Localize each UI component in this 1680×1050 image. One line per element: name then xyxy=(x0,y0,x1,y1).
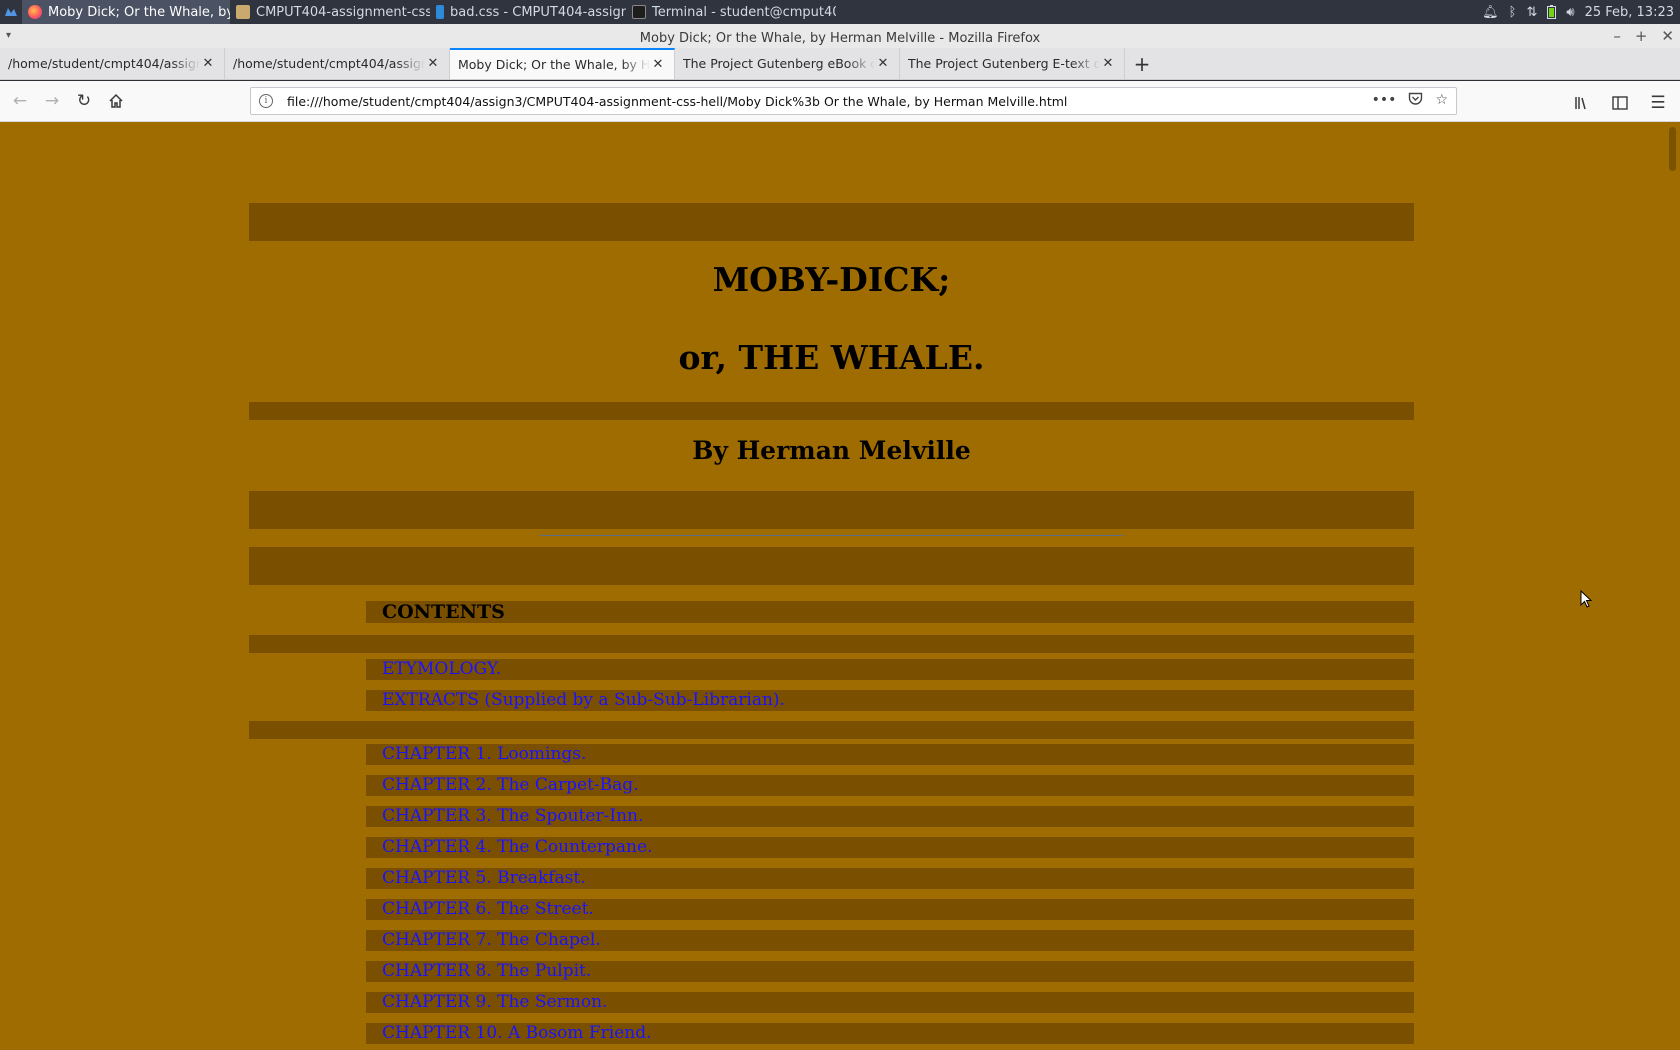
bookmark-star-icon[interactable]: ☆ xyxy=(1435,92,1448,110)
volume-icon[interactable]: 🔊︎ xyxy=(1566,5,1574,20)
toc-link-chapter-10[interactable]: CHAPTER 10. A Bosom Friend. xyxy=(382,1023,652,1044)
tab-close-icon[interactable]: ✕ xyxy=(425,56,441,71)
minimize-icon[interactable]: – xyxy=(1613,27,1621,45)
sidebar-icon xyxy=(1612,96,1628,110)
tab-gutenberg-ebook[interactable]: The Project Gutenberg eBook of F ✕ xyxy=(675,48,900,79)
app-menu-icon[interactable] xyxy=(0,0,22,24)
taskbar-task-vscode[interactable]: bad.css - CMPUT404-assign... xyxy=(430,0,626,24)
reload-icon: ↻ xyxy=(76,91,92,111)
window-title: Moby Dick; Or the Whale, by Herman Melvi… xyxy=(639,30,1041,46)
page-viewport: MOBY-DICK; or, THE WHALE. By Herman Melv… xyxy=(0,122,1665,1050)
network-icon[interactable]: ⇅ xyxy=(1526,5,1537,20)
book-subtitle: or, THE WHALE. xyxy=(678,338,985,377)
tab-close-icon[interactable]: ✕ xyxy=(875,56,891,71)
taskbar-task-label: Moby Dick; Or the Whale, by ... xyxy=(48,4,230,20)
horizontal-rule xyxy=(540,535,1123,536)
toc-link-chapter-1[interactable]: CHAPTER 1. Loomings. xyxy=(382,744,586,765)
tab-label: The Project Gutenberg E-text of F xyxy=(908,56,1100,71)
battery-icon[interactable] xyxy=(1547,5,1557,19)
forward-button[interactable]: → xyxy=(36,85,68,117)
toc-link-chapter-2[interactable]: CHAPTER 2. The Carpet-Bag. xyxy=(382,775,639,796)
taskbar-task-label: bad.css - CMPUT404-assign... xyxy=(450,4,626,20)
os-taskbar: Moby Dick; Or the Whale, by ... CMPUT404… xyxy=(0,0,1680,24)
forward-arrow-icon: → xyxy=(44,91,60,111)
toc-link-extracts[interactable]: EXTRACTS (Supplied by a Sub-Sub-Libraria… xyxy=(382,690,785,711)
tab-assign3-dir-2[interactable]: /home/student/cmpt404/assign3/ ✕ xyxy=(225,48,450,79)
tab-moby-dick[interactable]: Moby Dick; Or the Whale, by Herman Melvi… xyxy=(450,48,675,79)
system-tray: 🔔︎ ᛒ ⇅ 🔊︎ 25 Feb, 13:23 xyxy=(1482,0,1680,24)
tab-label: /home/student/cmpt404/assign3/ xyxy=(233,56,425,71)
content-band xyxy=(249,402,1414,420)
taskbar-task-files[interactable]: CMPUT404-assignment-css-... xyxy=(230,0,430,24)
taskbar-task-terminal[interactable]: Terminal - student@cmput40... xyxy=(626,0,836,24)
toc-link-etymology[interactable]: ETYMOLOGY. xyxy=(382,659,501,680)
toc-link-chapter-8[interactable]: CHAPTER 8. The Pulpit. xyxy=(382,961,591,982)
toc-link-chapter-9[interactable]: CHAPTER 9. The Sermon. xyxy=(382,992,607,1013)
toc-link-chapter-5[interactable]: CHAPTER 5. Breakfast. xyxy=(382,868,586,889)
tab-bar: /home/student/cmpt404/assign3/ ✕ /home/s… xyxy=(0,48,1680,80)
tab-assign3-dir-1[interactable]: /home/student/cmpt404/assign3/ ✕ xyxy=(0,48,225,79)
toc-row-band xyxy=(366,659,1414,680)
book-title: MOBY-DICK; xyxy=(712,260,951,299)
taskbar-task-label: CMPUT404-assignment-css-... xyxy=(256,4,430,20)
library-icon xyxy=(1575,97,1586,110)
reload-button[interactable]: ↻ xyxy=(68,85,100,117)
nav-toolbar: ← → ↻ i file:///home/student/cmpt404/ass… xyxy=(0,81,1680,122)
home-icon xyxy=(109,93,123,108)
tab-label: /home/student/cmpt404/assign3/ xyxy=(8,56,200,71)
close-window-icon[interactable]: ✕ xyxy=(1661,27,1674,45)
bluetooth-icon[interactable]: ᛒ xyxy=(1509,5,1517,20)
taskbar-task-firefox[interactable]: Moby Dick; Or the Whale, by ... xyxy=(22,0,230,24)
contents-heading: CONTENTS xyxy=(382,601,505,623)
window-menu-icon[interactable]: ▾ xyxy=(6,30,11,41)
mouse-pointer-icon xyxy=(1580,590,1592,608)
content-band xyxy=(249,203,1414,241)
notification-bell-icon[interactable]: 🔔︎ xyxy=(1482,5,1499,20)
maximize-icon[interactable]: + xyxy=(1635,27,1648,45)
content-band xyxy=(249,491,1414,529)
site-info-icon[interactable]: i xyxy=(259,94,273,108)
folder-icon xyxy=(236,5,250,19)
new-tab-button[interactable]: + xyxy=(1125,48,1159,79)
toc-link-chapter-7[interactable]: CHAPTER 7. The Chapel. xyxy=(382,930,601,951)
tab-close-icon[interactable]: ✕ xyxy=(1100,56,1116,71)
terminal-icon xyxy=(632,5,646,19)
back-button[interactable]: ← xyxy=(4,85,36,117)
home-button[interactable] xyxy=(100,85,132,117)
toc-link-chapter-4[interactable]: CHAPTER 4. The Counterpane. xyxy=(382,837,652,858)
clock[interactable]: 25 Feb, 13:23 xyxy=(1585,5,1674,20)
page-actions-icon[interactable]: ••• xyxy=(1372,92,1397,110)
vscode-icon xyxy=(436,5,444,19)
hamburger-menu-icon: ☰ xyxy=(1650,93,1666,113)
tab-label: Moby Dick; Or the Whale, by Herman Melvi… xyxy=(458,57,650,72)
tab-label: The Project Gutenberg eBook of F xyxy=(683,56,875,71)
contents-band xyxy=(366,601,1414,623)
url-bar[interactable]: i file:///home/student/cmpt404/assign3/C… xyxy=(250,87,1457,115)
url-text[interactable]: file:///home/student/cmpt404/assign3/CMP… xyxy=(287,94,1372,109)
sidebar-button[interactable] xyxy=(1604,87,1636,119)
content-band xyxy=(249,721,1414,739)
toc-link-chapter-3[interactable]: CHAPTER 3. The Spouter-Inn. xyxy=(382,806,643,827)
content-band xyxy=(249,547,1414,585)
tab-close-icon[interactable]: ✕ xyxy=(650,57,666,72)
library-button[interactable] xyxy=(1566,87,1598,119)
content-band xyxy=(249,635,1414,653)
plus-icon: + xyxy=(1133,51,1151,76)
tab-close-icon[interactable]: ✕ xyxy=(200,56,216,71)
tab-gutenberg-etext[interactable]: The Project Gutenberg E-text of F ✕ xyxy=(900,48,1125,79)
firefox-icon xyxy=(28,5,42,19)
pocket-icon[interactable] xyxy=(1408,92,1423,110)
toc-link-chapter-6[interactable]: CHAPTER 6. The Street. xyxy=(382,899,594,920)
author-line: By Herman Melville xyxy=(692,436,971,465)
vertical-scrollbar[interactable] xyxy=(1665,122,1680,1050)
menu-button[interactable]: ☰ xyxy=(1642,87,1674,119)
taskbar-task-label: Terminal - student@cmput40... xyxy=(652,4,836,20)
back-arrow-icon: ← xyxy=(12,91,28,111)
scrollbar-thumb[interactable] xyxy=(1669,127,1676,171)
